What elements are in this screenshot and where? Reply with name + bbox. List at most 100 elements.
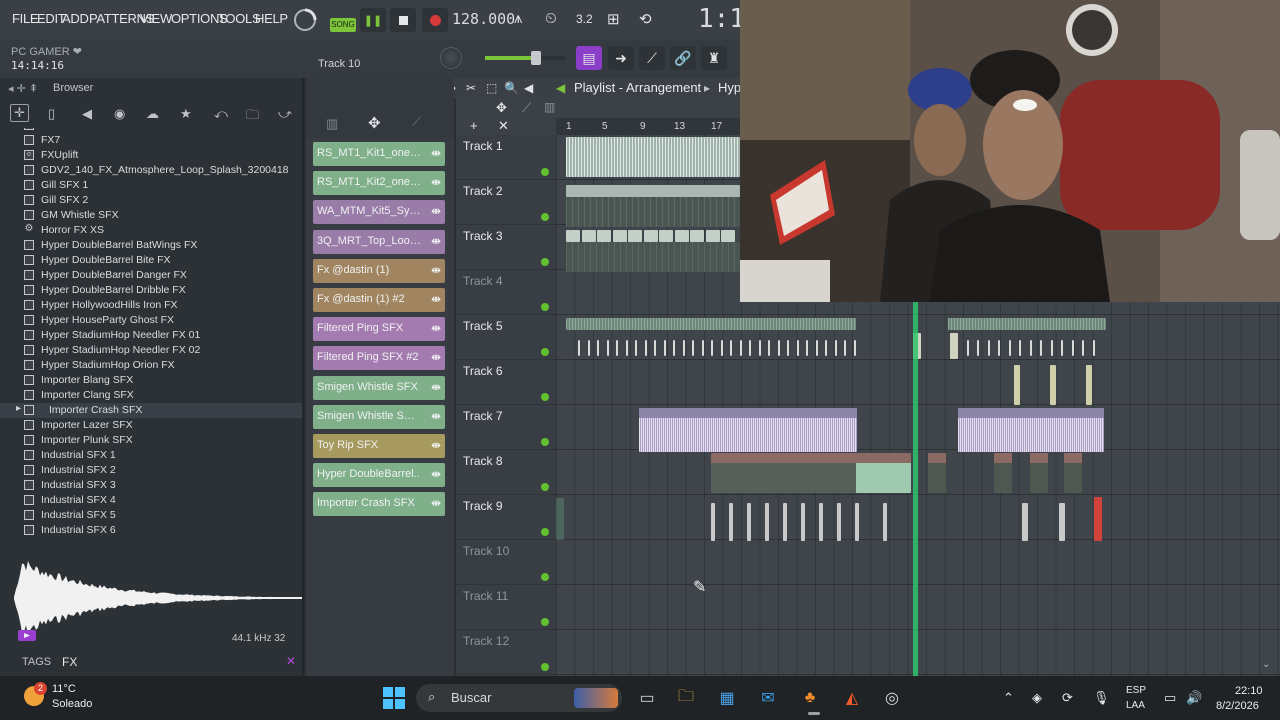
audio-clip[interactable]	[639, 408, 857, 452]
browser-item[interactable]: Hyper DoubleBarrel Danger FX	[0, 268, 302, 283]
channel-item[interactable]: Fx @dastin (1) #2 ⇼	[313, 288, 445, 312]
pattern-clip[interactable]	[566, 230, 580, 242]
brave-browser-icon[interactable]: ◭	[838, 684, 866, 712]
plugin-icon[interactable]: ♜	[701, 46, 727, 70]
star-icon[interactable]: ★	[180, 106, 192, 122]
pattern-clip[interactable]	[587, 340, 590, 356]
browser-item[interactable]: Importer Plunk SFX	[0, 433, 302, 448]
track-header[interactable]: Track 6	[456, 360, 556, 405]
browser-item[interactable]: Gill SFX 1	[0, 178, 302, 193]
channel-item[interactable]: Filtered Ping SFX ⇼	[313, 317, 445, 342]
browser-item[interactable]: Hyper StadiumHop Needler FX 02	[0, 343, 302, 358]
menu-tools[interactable]: TOOLS	[218, 11, 261, 26]
browser-item[interactable]: Hyper HollywoodHills Iron FX	[0, 298, 302, 313]
loop-record-icon[interactable]: ⟲	[639, 10, 652, 28]
pattern-clip[interactable]	[674, 230, 689, 242]
pattern-clip[interactable]	[758, 340, 761, 356]
pattern-clip[interactable]	[1094, 497, 1102, 541]
track-enable-led[interactable]	[541, 618, 549, 626]
arrow-right-icon[interactable]: ➜	[608, 46, 634, 70]
pattern-clip[interactable]	[765, 503, 769, 541]
browser-item[interactable]: Hyper HouseParty Ghost FX	[0, 313, 302, 328]
browser-nav-icons[interactable]: ◂ ✛ ⇞	[8, 82, 38, 95]
slice-icon[interactable]: ✂	[466, 81, 476, 95]
browser-item[interactable]: ▸ Importer Crash SFX	[0, 403, 302, 418]
channel-item[interactable]: Smigen Whistle SFX ⇼	[313, 375, 445, 400]
play-button[interactable]: ❚❚	[360, 8, 386, 32]
pattern-clip[interactable]	[1061, 340, 1063, 356]
track-header[interactable]: Track 2	[456, 180, 556, 225]
track-header[interactable]: Track 1	[456, 135, 556, 180]
menu-add[interactable]: ADD	[62, 11, 89, 26]
browser-item[interactable]: Industrial SFX 5	[0, 508, 302, 523]
drag-handle-icon[interactable]: ⇼	[431, 263, 441, 277]
scroll-down-icon[interactable]: ⌄	[1262, 659, 1270, 670]
browser-item[interactable]: Industrial SFX 4	[0, 493, 302, 508]
pattern-clip[interactable]	[815, 340, 818, 356]
add-track-icon[interactable]: +	[470, 118, 478, 133]
pattern-clip[interactable]	[628, 230, 642, 242]
audio-clip[interactable]	[1064, 453, 1082, 493]
track-header[interactable]: Track 9	[456, 495, 556, 540]
step-edit-icon[interactable]: 3.2	[576, 12, 593, 26]
drag-handle-icon[interactable]: ⇼	[431, 409, 441, 423]
pattern-clip[interactable]	[721, 230, 735, 242]
pattern-clip[interactable]	[844, 340, 846, 356]
pattern-clip[interactable]	[825, 340, 827, 356]
browser-item[interactable]: Hyper DoubleBarrel Dribble FX	[0, 283, 302, 298]
playlist-view-icon[interactable]: ▤	[576, 46, 602, 70]
select-icon[interactable]: ⬚	[486, 81, 497, 95]
pattern-clip[interactable]	[998, 340, 1000, 356]
track-header[interactable]: Track 8	[456, 450, 556, 495]
audio-clip[interactable]	[928, 453, 946, 493]
zoom-icon[interactable]: 🔍	[504, 81, 519, 95]
network-icon[interactable]: ▭	[1164, 690, 1176, 706]
microphone-icon[interactable]: 🎙	[1093, 690, 1110, 706]
menu-view[interactable]: VIEW	[140, 11, 172, 26]
playhead[interactable]	[913, 302, 918, 676]
picker-grid-icon[interactable]: ▥	[326, 116, 338, 132]
drag-handle-icon[interactable]: ⇼	[431, 496, 441, 510]
playlist-pin-icon[interactable]: ⟋	[522, 100, 531, 116]
menu-help[interactable]: HELP	[255, 11, 288, 26]
pattern-clip[interactable]	[566, 242, 740, 272]
menu-file[interactable]: FILE	[12, 11, 39, 26]
pattern-song-toggle-icon[interactable]	[292, 7, 318, 33]
track-header[interactable]: Track 7	[456, 405, 556, 450]
track-enable-led[interactable]	[541, 258, 549, 266]
audio-clip[interactable]	[950, 333, 958, 359]
remove-track-icon[interactable]: ✕	[498, 118, 509, 134]
audio-clip[interactable]	[958, 408, 1104, 452]
taskbar-search-box[interactable]: ⌕	[416, 684, 622, 712]
browser-item[interactable]: GDV2_140_FX_Atmosphere_Loop_Splash_32004…	[0, 163, 302, 178]
track-enable-led[interactable]	[541, 213, 549, 221]
audio-clip[interactable]	[856, 453, 911, 493]
pattern-clip[interactable]	[673, 340, 675, 356]
track-enable-led[interactable]	[541, 168, 549, 176]
metronome-icon[interactable]: ⩚	[514, 10, 522, 27]
track-header[interactable]: Track 10	[456, 540, 556, 585]
volume-icon[interactable]: 🔊	[1186, 690, 1202, 706]
channel-item[interactable]: 3Q_MRT_Top_Loop_.. ⇼	[313, 229, 445, 254]
typing-keyboard-icon[interactable]: ⊞	[607, 10, 620, 28]
master-pitch-knob[interactable]	[440, 47, 462, 69]
pattern-clip[interactable]	[801, 503, 805, 541]
pattern-clip[interactable]	[566, 197, 740, 227]
browser-item[interactable]: Hyper StadiumHop Orion FX	[0, 358, 302, 373]
pattern-clip[interactable]	[1082, 340, 1084, 356]
expand-arrow-icon[interactable]: ▸	[16, 403, 21, 414]
channel-item[interactable]: RS_MT1_Kit2_one_s.. ⇼	[313, 171, 445, 196]
browser-item[interactable]: Hyper DoubleBarrel BatWings FX	[0, 238, 302, 253]
folder-back-icon[interactable]: ⤺	[214, 106, 228, 122]
pattern-clip[interactable]	[606, 340, 609, 356]
drag-handle-icon[interactable]: ⇼	[431, 467, 441, 481]
pattern-clip[interactable]	[635, 340, 637, 356]
weather-description[interactable]: Soleado	[52, 698, 92, 710]
playlist-arrow-icon[interactable]: ◀	[556, 81, 565, 95]
folder-forward-icon[interactable]: ⤻	[278, 106, 292, 122]
pattern-clip[interactable]	[729, 503, 733, 541]
audio-clip[interactable]	[994, 453, 1012, 493]
audio-clip[interactable]	[566, 137, 740, 177]
pattern-clip[interactable]	[777, 340, 780, 356]
discord-icon[interactable]: ◎	[878, 684, 906, 712]
